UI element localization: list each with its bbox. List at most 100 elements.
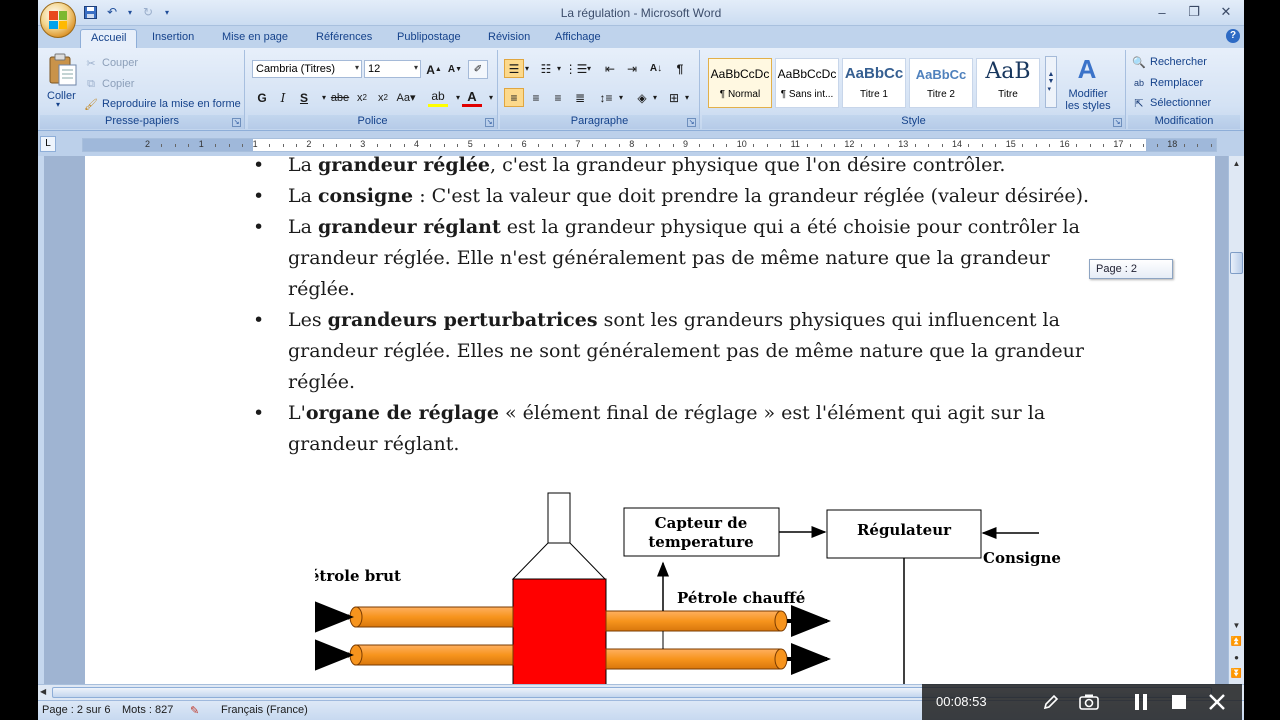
- scroll-thumb[interactable]: [1230, 252, 1243, 274]
- close-icon[interactable]: ✕: [1212, 2, 1240, 22]
- highlight-icon[interactable]: ab: [428, 88, 448, 107]
- bullets-dropdown-icon[interactable]: ▾: [522, 59, 532, 78]
- change-styles-button[interactable]: Modifier les styles: [1064, 88, 1112, 112]
- tab-publipostage[interactable]: Publipostage: [387, 29, 471, 48]
- find-button[interactable]: Rechercher: [1150, 56, 1207, 68]
- ruler-tick: [887, 144, 889, 147]
- tab-revision[interactable]: Révision: [478, 29, 540, 48]
- align-right-icon[interactable]: ≡: [548, 88, 568, 107]
- scroll-left-icon[interactable]: ◀: [40, 687, 46, 696]
- sort-icon[interactable]: A↓: [646, 59, 666, 78]
- cut-button[interactable]: Couper: [102, 57, 138, 69]
- ruler-bar[interactable]: 2 1 1 2 3 4 5 6 7 8 9 10 11 12 13 14 15 16 17 18: [82, 138, 1217, 152]
- styles-scroll-icon[interactable]: ▲ ▼ ▾: [1045, 56, 1057, 108]
- grow-font-icon[interactable]: A ▲: [424, 60, 444, 79]
- format-painter-button[interactable]: Reproduire la mise en forme: [102, 98, 241, 110]
- font-family-select[interactable]: Cambria (Titres) ▾: [252, 60, 362, 78]
- underline-icon[interactable]: S: [294, 88, 314, 107]
- borders-icon[interactable]: ⊞: [664, 88, 684, 107]
- list-item[interactable]: La consigne : C'est la valeur que doit p…: [253, 181, 1113, 212]
- line-spacing-dropdown-icon[interactable]: ▾: [616, 88, 626, 107]
- superscript-icon[interactable]: x2: [373, 88, 393, 107]
- stop-icon[interactable]: [1166, 690, 1192, 714]
- page-tooltip: Page : 2: [1089, 259, 1173, 279]
- browse-object-icon[interactable]: ●: [1230, 650, 1243, 665]
- scroll-up-icon[interactable]: ▲: [1230, 156, 1243, 171]
- paste-icon[interactable]: [46, 52, 80, 88]
- select-button[interactable]: Sélectionner: [1150, 97, 1211, 109]
- bullets-icon[interactable]: ☰: [504, 59, 524, 78]
- shading-icon[interactable]: ◈: [632, 88, 652, 107]
- proofing-icon[interactable]: ✎: [190, 704, 199, 717]
- tab-insertion[interactable]: Insertion: [142, 29, 204, 48]
- multilevel-dropdown-icon[interactable]: ▾: [584, 59, 594, 78]
- paste-button[interactable]: Coller: [47, 90, 76, 102]
- ruler-tick: [430, 144, 432, 147]
- paste-dropdown-icon[interactable]: ▾: [56, 100, 60, 109]
- scroll-down-icon[interactable]: ▼: [1230, 618, 1243, 633]
- strikethrough-icon[interactable]: abe: [330, 88, 350, 107]
- shading-dropdown-icon[interactable]: ▾: [650, 88, 660, 107]
- help-icon[interactable]: ?: [1226, 29, 1240, 43]
- decrease-indent-icon[interactable]: ⇤: [600, 59, 620, 78]
- borders-dropdown-icon[interactable]: ▾: [682, 88, 692, 107]
- multilevel-list-icon[interactable]: ⋮☰: [565, 59, 588, 78]
- close-recorder-icon[interactable]: [1204, 690, 1230, 714]
- style-normal[interactable]: AaBbCcDc ¶ Normal: [708, 58, 772, 108]
- numbering-dropdown-icon[interactable]: ▾: [554, 59, 564, 78]
- font-color-dropdown-icon[interactable]: ▾: [481, 88, 501, 107]
- clear-formatting-icon[interactable]: ✐: [468, 60, 488, 79]
- ribbon: Coller ▾ ✂ Couper ⧉ Copier 🖌 Reproduire …: [38, 48, 1244, 131]
- status-language[interactable]: Français (France): [221, 704, 308, 716]
- tab-affichage[interactable]: Affichage: [545, 29, 611, 48]
- italic-icon[interactable]: I: [273, 88, 293, 107]
- page[interactable]: La grandeur réglée, c'est la grandeur ph…: [85, 156, 1215, 684]
- font-launcher-icon[interactable]: ↘: [485, 118, 494, 127]
- tab-accueil[interactable]: Accueil: [80, 29, 138, 48]
- pen-icon[interactable]: [1038, 690, 1064, 714]
- style-heading-1[interactable]: AaBbCc Titre 1: [842, 58, 906, 108]
- replace-button[interactable]: Remplacer: [1150, 77, 1203, 89]
- line-spacing-icon[interactable]: ↕≡: [596, 88, 616, 107]
- align-left-icon[interactable]: ≡: [504, 88, 524, 107]
- change-case-icon[interactable]: Aa▾: [396, 88, 416, 107]
- style-normal-preview: AaBbCcDc: [710, 67, 770, 81]
- clipboard-launcher-icon[interactable]: ↘: [232, 118, 241, 127]
- style-title[interactable]: AaB Titre: [976, 58, 1040, 108]
- regulation-diagram[interactable]: Capteur de temperature Régulateur Consig…: [315, 491, 1095, 684]
- office-button[interactable]: [40, 2, 76, 38]
- increase-indent-icon[interactable]: ⇥: [622, 59, 642, 78]
- next-page-icon[interactable]: ⏬: [1230, 666, 1243, 681]
- status-words[interactable]: Mots : 827: [122, 704, 173, 716]
- shrink-font-icon[interactable]: A ▼: [445, 60, 465, 79]
- list-item[interactable]: L'organe de réglage « élément final de r…: [253, 398, 1113, 460]
- list-item[interactable]: La grandeur réglant est la grandeur phys…: [253, 212, 1113, 305]
- justify-icon[interactable]: ≣: [570, 88, 590, 107]
- minimize-icon[interactable]: –: [1148, 2, 1176, 22]
- restore-icon[interactable]: ❐: [1180, 2, 1208, 22]
- font-size-select[interactable]: 12 ▾: [364, 60, 421, 78]
- bold-icon[interactable]: G: [252, 88, 272, 107]
- camera-icon[interactable]: [1076, 690, 1102, 714]
- pause-icon[interactable]: [1128, 690, 1154, 714]
- tab-references[interactable]: Références: [306, 29, 382, 48]
- format-painter-icon: 🖌: [84, 98, 98, 111]
- paragraph-launcher-icon[interactable]: ↘: [687, 118, 696, 127]
- numbering-icon[interactable]: ☷: [536, 59, 556, 78]
- vertical-scrollbar[interactable]: ▲ ▼ ⏫ ● ⏬: [1228, 156, 1244, 684]
- previous-page-icon[interactable]: ⏫: [1230, 634, 1243, 649]
- tab-selector-icon[interactable]: L: [40, 136, 56, 152]
- style-no-spacing[interactable]: AaBbCcDc ¶ Sans int...: [775, 58, 839, 108]
- style-heading-2[interactable]: AaBbCc Titre 2: [909, 58, 973, 108]
- list-item[interactable]: Les grandeurs perturbatrices sont les gr…: [253, 305, 1113, 398]
- ruler-number: 10: [736, 139, 747, 149]
- align-center-icon[interactable]: ≡: [526, 88, 546, 107]
- font-color-icon[interactable]: A: [462, 88, 482, 107]
- list-item[interactable]: La grandeur réglée, c'est la grandeur ph…: [253, 156, 1113, 181]
- tab-mise-en-page[interactable]: Mise en page: [212, 29, 298, 48]
- copy-button[interactable]: Copier: [102, 78, 134, 90]
- status-page[interactable]: Page : 2 sur 6: [42, 704, 111, 716]
- show-formatting-icon[interactable]: ¶: [670, 59, 690, 78]
- subscript-icon[interactable]: x2: [352, 88, 372, 107]
- styles-launcher-icon[interactable]: ↘: [1113, 118, 1122, 127]
